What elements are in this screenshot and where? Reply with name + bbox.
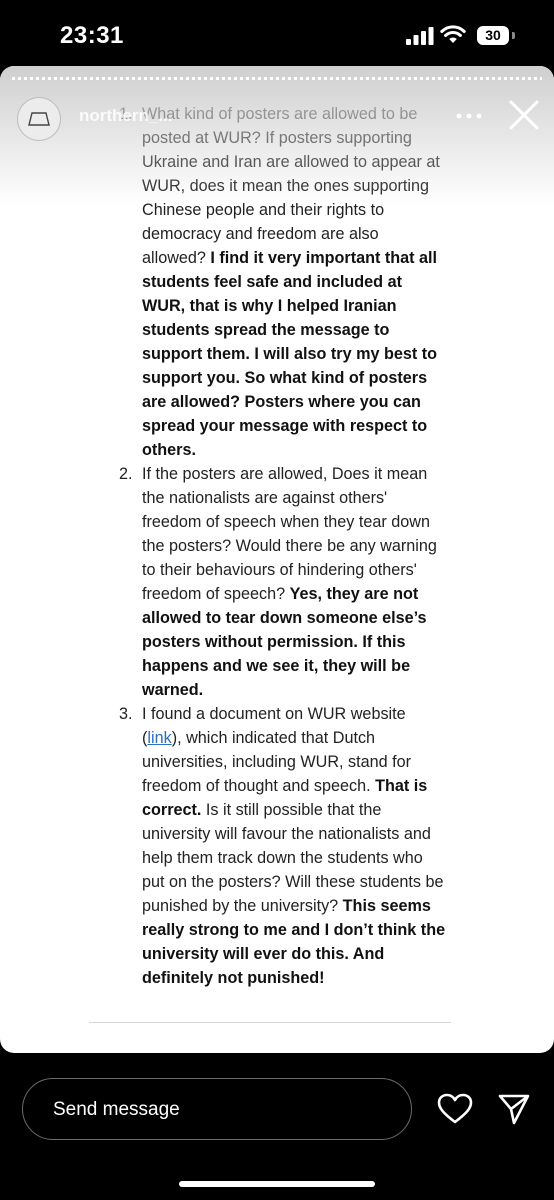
close-icon[interactable] bbox=[508, 99, 540, 131]
signal-icon bbox=[406, 27, 434, 45]
send-icon[interactable] bbox=[497, 1092, 531, 1126]
story-header-gradient bbox=[0, 66, 554, 206]
battery-icon: 30 bbox=[477, 26, 509, 45]
document-link[interactable]: link bbox=[147, 729, 171, 747]
profile-logo-icon bbox=[28, 112, 50, 126]
battery-tip bbox=[512, 32, 515, 39]
list-item-text: If the posters are allowed, Does it mean… bbox=[142, 462, 447, 702]
question-text: ), which indicated that Dutch universiti… bbox=[142, 729, 411, 795]
document-screenshot: 1. What kind of posters are allowed to b… bbox=[89, 102, 451, 1023]
clock: 23:31 bbox=[60, 22, 124, 49]
avatar[interactable] bbox=[17, 97, 61, 141]
send-message-input[interactable]: Send message bbox=[22, 1078, 412, 1140]
more-dots-icon[interactable] bbox=[456, 113, 482, 119]
story-viewer[interactable]: 1. What kind of posters are allowed to b… bbox=[0, 66, 554, 1053]
list-number: 3. bbox=[119, 705, 133, 723]
list-number: 2. bbox=[119, 465, 133, 483]
list-item-text: I found a document on WUR website (link)… bbox=[142, 702, 447, 990]
story-progress-bar bbox=[12, 77, 542, 80]
send-message-placeholder: Send message bbox=[53, 1099, 180, 1120]
heart-icon[interactable] bbox=[437, 1093, 473, 1125]
answer-text: I find it very important that all studen… bbox=[142, 249, 438, 459]
question-text: If the posters are allowed, Does it mean… bbox=[142, 465, 437, 603]
home-indicator bbox=[179, 1181, 375, 1187]
status-bar: 23:31 30 bbox=[0, 0, 554, 70]
story-username[interactable]: northern_... bbox=[79, 106, 173, 126]
wifi-icon bbox=[440, 25, 466, 43]
